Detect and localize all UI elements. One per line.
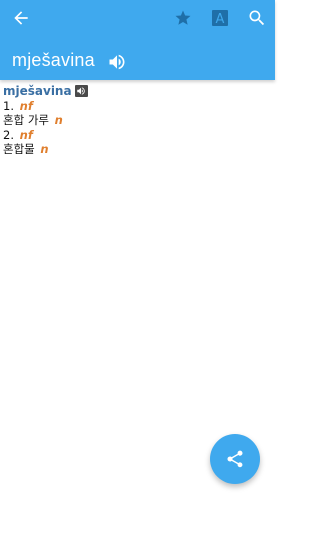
pronounce-button[interactable] (106, 51, 128, 73)
entry-pronounce-button[interactable] (74, 85, 88, 98)
sense-number: 2. (3, 127, 14, 142)
headword-bar: mješavina (0, 46, 275, 78)
sense-translation-line: 혼합 가루 n (3, 113, 271, 128)
translation: 혼합 가루 (3, 113, 49, 127)
share-button[interactable] (210, 434, 260, 484)
font-size-button[interactable]: A (208, 6, 232, 30)
sense-translation-line: 혼합물 n (3, 142, 271, 157)
part-of-speech: nf (19, 127, 33, 142)
entry-header: mješavina (3, 84, 271, 99)
translation-part-of-speech: n (40, 142, 49, 156)
translation-part-of-speech: n (54, 113, 63, 127)
sense-number-line: 2. nf (3, 128, 271, 143)
arrow-left-icon (14, 11, 28, 25)
share-icon (227, 450, 243, 468)
sense-number: 1. (3, 98, 14, 113)
star-icon (175, 10, 191, 25)
volume-icon (109, 54, 125, 70)
entry-word: mješavina (3, 84, 72, 98)
entry-content: mješavina 1. nf 혼합 가루 n 2. nf 혼합물 n (3, 84, 271, 157)
headword-title: mješavina (12, 50, 95, 70)
search-button[interactable] (244, 6, 270, 30)
font-size-icon: A (212, 10, 228, 26)
favorite-button[interactable] (172, 6, 194, 30)
app-bar: A mješavina (0, 0, 275, 80)
sense-number-line: 1. nf (3, 99, 271, 114)
font-glyph: A (216, 12, 225, 26)
back-button[interactable] (8, 6, 34, 30)
volume-icon (77, 87, 85, 95)
dictionary-entry-screen: A mješavina mješavina 1. nf 혼합 가루 n 2. n… (0, 0, 275, 545)
translation: 혼합물 (3, 142, 35, 156)
part-of-speech: nf (19, 98, 33, 113)
search-icon (249, 10, 265, 26)
